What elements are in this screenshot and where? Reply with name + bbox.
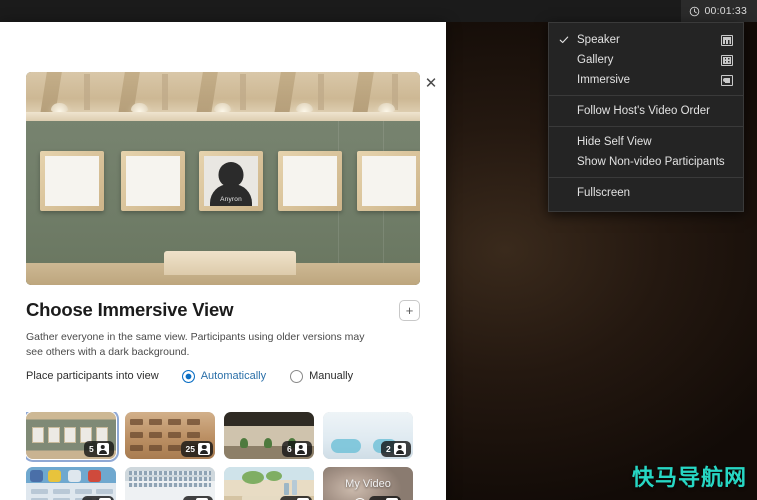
meeting-topbar — [0, 0, 757, 22]
immersive-view-dialog: ✕ Anyron Choose Immersive View + Gather … — [0, 22, 446, 500]
menu-group-order: Follow Host's Video Order — [549, 98, 743, 124]
preview-frame-occupied: Anyron — [199, 151, 263, 211]
menu-item-show-non-video-participants[interactable]: Show Non-video Participants — [549, 152, 743, 172]
participant-count-badge: 5 — [84, 441, 114, 457]
placement-options-row: Place participants into view Automatical… — [0, 360, 446, 383]
menu-item-label: Speaker — [577, 34, 620, 46]
menu-item-immersive[interactable]: Immersive — [549, 70, 743, 90]
participant-count: 2 — [386, 444, 391, 454]
placement-label: Place participants into view — [26, 370, 159, 383]
participant-count: 6 — [287, 444, 292, 454]
menu-item-label: Show Non-video Participants — [577, 156, 725, 168]
radio-automatically[interactable]: Automatically — [181, 369, 267, 383]
my-video-label: My Video — [345, 478, 391, 490]
scene-thumbnail-modern-lobby[interactable]: 6 — [224, 412, 314, 459]
preview-frame — [40, 151, 104, 211]
speaker-view-icon — [720, 34, 733, 47]
menu-divider — [549, 95, 743, 96]
preview-bench — [164, 251, 296, 275]
menu-item-label: Gallery — [577, 54, 614, 66]
screen: 00:01:33 Speaker Gallery Immersive Follo… — [0, 0, 757, 500]
radio-label: Manually — [309, 370, 354, 383]
participant-count-badge: 2 — [183, 496, 213, 500]
radio-label: Automatically — [200, 370, 267, 383]
person-icon — [393, 443, 406, 455]
preview-frame — [278, 151, 342, 211]
menu-group-visibility: Hide Self View Show Non-video Participan… — [549, 129, 743, 175]
menu-item-label: Fullscreen — [577, 187, 631, 199]
person-icon — [294, 443, 307, 455]
radio-manually[interactable]: Manually — [290, 369, 354, 383]
menu-item-label: Hide Self View — [577, 136, 652, 148]
radio-dot-icon — [290, 369, 304, 383]
preview-frame — [357, 151, 420, 211]
my-video-badge-row: i 25 — [351, 496, 404, 500]
menu-item-speaker[interactable]: Speaker — [549, 30, 743, 50]
participant-count-badge: 25 — [369, 496, 402, 500]
gallery-grid-icon — [720, 54, 733, 67]
scene-thumbnail-outdoor-steps[interactable]: 18 — [224, 467, 314, 500]
view-options-menu[interactable]: Speaker Gallery Immersive Follow Host's … — [548, 22, 744, 212]
menu-item-gallery[interactable]: Gallery — [549, 50, 743, 70]
preview-ledge — [26, 112, 420, 121]
person-icon — [198, 443, 210, 455]
menu-divider — [549, 126, 743, 127]
participant-count: 5 — [89, 444, 94, 454]
page-title: Choose Immersive View — [26, 299, 234, 320]
scene-thumbnail-grid: 5 25 6 2 My Video — [26, 412, 420, 500]
watermark: 快马导航网 — [631, 466, 747, 491]
dialog-header: Choose Immersive View + — [0, 295, 446, 325]
menu-item-label: Follow Host's Video Order — [577, 105, 711, 117]
dialog-body: Choose Immersive View + Gather everyone … — [0, 295, 446, 500]
immersive-scene-preview: Anyron — [26, 72, 420, 285]
participant-count-badge: 2 — [381, 441, 411, 457]
person-icon — [96, 443, 109, 455]
participant-count-badge: 25 — [180, 441, 213, 457]
immersive-view-icon — [720, 74, 733, 87]
scene-thumbnail-clinic-room[interactable]: 2 — [323, 412, 413, 459]
scene-thumbnail-lecture-hall[interactable]: 2 — [125, 467, 215, 500]
radio-dot-icon — [181, 369, 195, 383]
menu-item-label: Immersive — [577, 74, 631, 86]
participant-count-badge: 18 — [279, 496, 312, 500]
dialog-description: Gather everyone in the same view. Partic… — [26, 331, 365, 358]
add-scene-button[interactable]: + — [399, 299, 420, 321]
timer-text: 00:01:33 — [704, 5, 747, 17]
participant-count-badge: 25 — [81, 496, 114, 500]
participant-name: Anyron — [220, 196, 242, 203]
scene-thumbnail-classroom[interactable]: 25 — [26, 467, 116, 500]
scene-thumbnail-my-video[interactable]: My Video i 25 — [323, 467, 413, 500]
scene-thumbnail-list[interactable]: 5 25 6 2 My Video — [26, 412, 420, 500]
clock-icon — [689, 6, 699, 16]
menu-item-hide-self-view[interactable]: Hide Self View — [549, 132, 743, 152]
menu-group-display: Fullscreen — [549, 180, 743, 206]
scene-thumbnail-brick-building[interactable]: 25 — [125, 412, 215, 459]
participant-count: 25 — [185, 444, 195, 454]
menu-item-fullscreen[interactable]: Fullscreen — [549, 183, 743, 203]
participant-count-badge: 6 — [282, 441, 312, 457]
menu-item-follow-host-video-order[interactable]: Follow Host's Video Order — [549, 101, 743, 121]
scene-thumbnail-art-gallery[interactable]: 5 — [26, 412, 119, 462]
checkmark-icon — [559, 36, 569, 44]
meeting-timer: 00:01:33 — [680, 0, 757, 22]
menu-divider — [549, 177, 743, 178]
close-icon[interactable]: ✕ — [418, 70, 444, 96]
preview-frame — [121, 151, 185, 211]
menu-group-views: Speaker Gallery Immersive — [549, 27, 743, 93]
